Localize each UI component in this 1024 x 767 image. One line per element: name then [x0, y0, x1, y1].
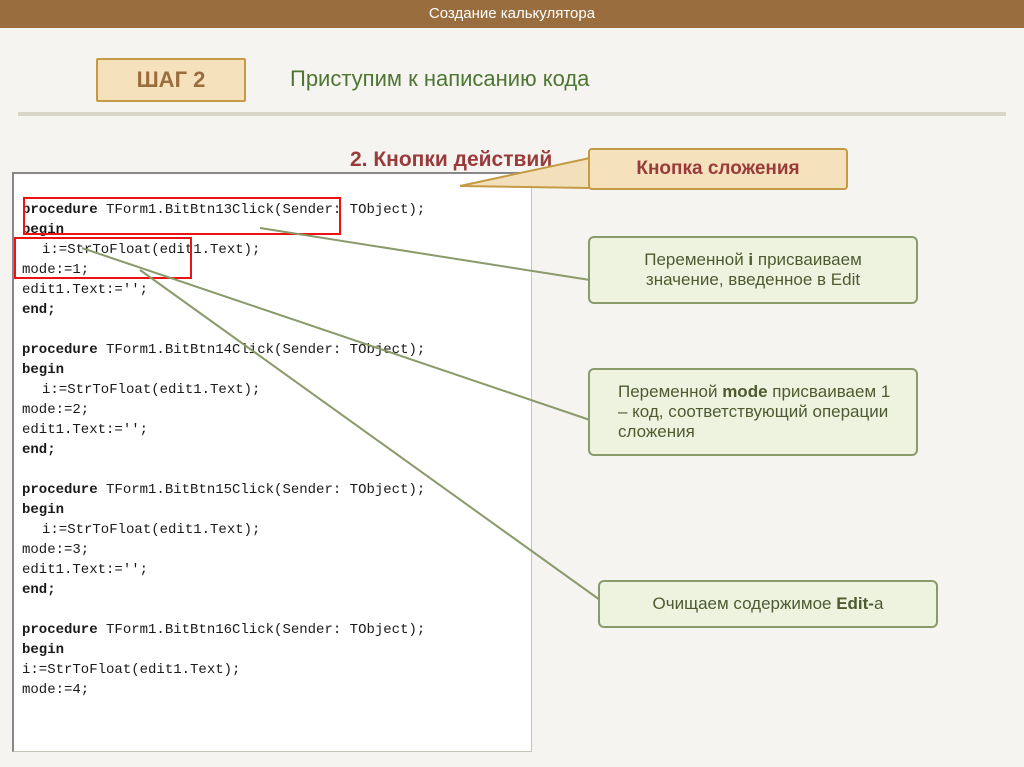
code-text: TForm1.BitBtn15Click(Sender: TObject);	[98, 482, 426, 498]
kw-end: end;	[22, 582, 56, 598]
code-line: edit1.Text:='';	[22, 422, 148, 438]
callout-title: Кнопка сложения	[588, 148, 848, 190]
header-row: ШАГ 2 Приступим к написанию кода	[0, 58, 1024, 104]
code-text: TForm1.BitBtn13Click(Sender: TObject);	[98, 202, 426, 218]
header-text: Приступим к написанию кода	[290, 66, 589, 92]
callout-text: Переменной	[618, 382, 722, 401]
kw-end: end;	[22, 302, 56, 318]
kw-begin: begin	[22, 362, 64, 378]
callout-text: Очищаем содержимое	[653, 594, 837, 613]
kw-begin: begin	[22, 642, 64, 658]
callout-edit-clear: Очищаем содержимое Edit-а	[598, 580, 938, 628]
code-line: i:=StrToFloat(edit1.Text);	[22, 240, 260, 260]
callout-bold: mode	[722, 382, 767, 401]
step-badge: ШАГ 2	[96, 58, 246, 102]
callout-i-var: Переменной i присваиваем значение, введе…	[588, 236, 918, 304]
code-text: TForm1.BitBtn16Click(Sender: TObject);	[98, 622, 426, 638]
code-pane: procedure TForm1.BitBtn13Click(Sender: T…	[12, 172, 532, 752]
code-text: TForm1.BitBtn14Click(Sender: TObject);	[98, 342, 426, 358]
section-title: 2. Кнопки действий	[350, 148, 552, 172]
code-line: edit1.Text:='';	[22, 282, 148, 298]
title-bar: Создание калькулятора	[0, 0, 1024, 28]
code-line: edit1.Text:='';	[22, 562, 148, 578]
header-rule	[18, 112, 1006, 116]
kw-procedure: procedure	[22, 202, 98, 218]
callout-text: Переменной	[644, 250, 748, 269]
callout-title-text: Кнопка сложения	[636, 158, 799, 179]
callout-text: а	[874, 594, 883, 613]
callout-mode-var: Переменной mode присваиваем 1 – код, соо…	[588, 368, 918, 456]
kw-end: end;	[22, 442, 56, 458]
kw-begin: begin	[22, 222, 64, 238]
code-line: i:=StrToFloat(edit1.Text);	[22, 520, 260, 540]
code-line: mode:=3;	[22, 542, 89, 558]
callout-bold: Edit-	[836, 594, 874, 613]
code-line: i:=StrToFloat(edit1.Text);	[22, 380, 260, 400]
code-line: mode:=4;	[22, 682, 89, 698]
kw-procedure: procedure	[22, 342, 98, 358]
kw-begin: begin	[22, 502, 64, 518]
kw-procedure: procedure	[22, 622, 98, 638]
code-line: mode:=1;	[22, 262, 89, 278]
code-line: i:=StrToFloat(edit1.Text);	[22, 662, 240, 678]
kw-procedure: procedure	[22, 482, 98, 498]
code-line: mode:=2;	[22, 402, 89, 418]
